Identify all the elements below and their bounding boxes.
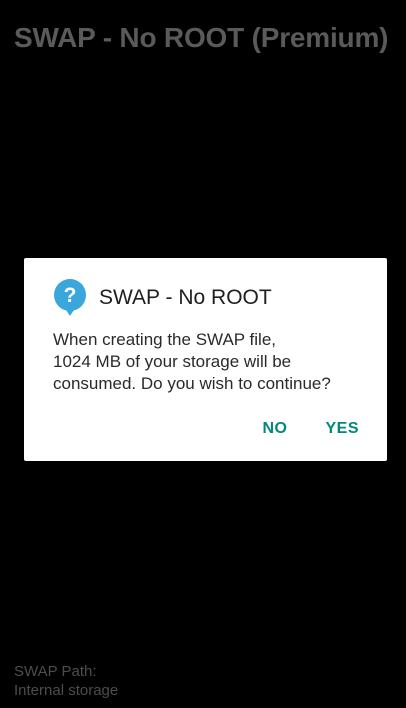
yes-button[interactable]: YES [313, 414, 371, 444]
help-icon: ? [53, 279, 87, 317]
dialog-header: ? SWAP - No ROOT [53, 279, 272, 317]
dialog-message-line: consumed. Do you wish to continue? [53, 374, 331, 393]
swap-path-label: SWAP Path: [14, 663, 97, 680]
dialog-actions: NO YES [236, 414, 371, 444]
dialog-title: SWAP - No ROOT [99, 286, 272, 309]
dialog-message: When creating the SWAP file, 1024 MB of … [53, 329, 373, 395]
confirm-dialog: ? SWAP - No ROOT When creating the SWAP … [24, 258, 387, 461]
dialog-message-line: When creating the SWAP file, [53, 330, 276, 349]
swap-path-value: Internal storage [14, 682, 119, 699]
no-button[interactable]: NO [250, 414, 299, 444]
app-screen: SWAP - No ROOT (Premium) ? SWAP - No ROO… [0, 0, 406, 708]
swap-path-info: SWAP Path: Internal storage [14, 662, 118, 700]
dialog-message-line: 1024 MB of your storage will be [53, 352, 292, 371]
app-title: SWAP - No ROOT (Premium) [14, 22, 389, 53]
svg-text:?: ? [64, 284, 77, 307]
